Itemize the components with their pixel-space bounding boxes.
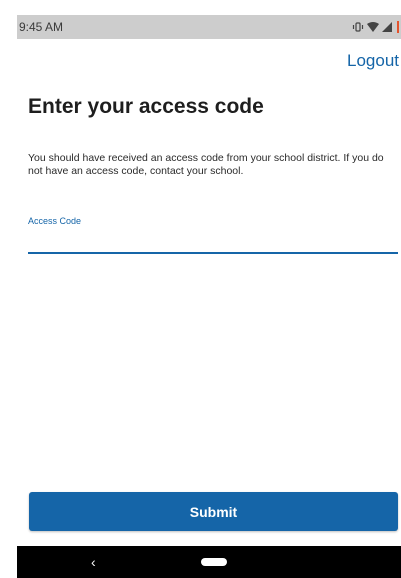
navigation-bar: ‹ bbox=[17, 546, 401, 578]
signal-icon bbox=[382, 22, 392, 32]
access-code-label: Access Code bbox=[28, 216, 82, 226]
app-area: Logout Enter your access code You should… bbox=[17, 39, 401, 572]
page-title: Enter your access code bbox=[28, 95, 264, 118]
instructions-text: You should have received an access code … bbox=[28, 152, 384, 177]
status-time: 9:45 AM bbox=[19, 20, 64, 34]
home-pill-icon[interactable] bbox=[201, 558, 227, 566]
access-code-input[interactable] bbox=[28, 229, 398, 254]
logout-link[interactable]: Logout bbox=[347, 51, 399, 71]
status-icons bbox=[352, 21, 399, 33]
back-icon[interactable]: ‹ bbox=[91, 554, 96, 570]
wifi-icon bbox=[367, 22, 379, 32]
status-bar: 9:45 AM bbox=[17, 15, 401, 39]
submit-button[interactable]: Submit bbox=[29, 492, 398, 531]
vibrate-icon bbox=[352, 22, 364, 32]
battery-icon bbox=[397, 21, 399, 33]
